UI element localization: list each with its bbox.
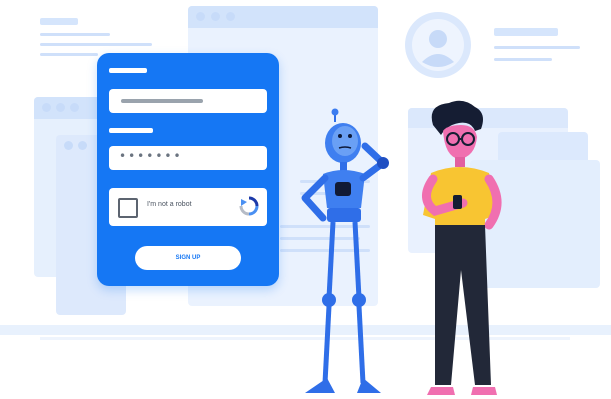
bg-text-line: [494, 28, 558, 36]
captcha-checkbox[interactable]: [118, 198, 138, 218]
sign-up-button[interactable]: SIGN UP: [135, 246, 241, 270]
username-label: [109, 68, 147, 73]
recaptcha-icon: [239, 196, 259, 216]
captcha-label: I'm not a robot: [147, 201, 192, 208]
bg-text-line: [40, 43, 152, 46]
bg-text-line: [40, 53, 98, 56]
window-dot-icon: [78, 141, 87, 150]
window-dot-icon: [64, 141, 73, 150]
user-avatar-icon: [405, 12, 471, 78]
robot-character: [301, 108, 389, 393]
username-field[interactable]: [109, 89, 267, 113]
window-dot-icon: [211, 12, 220, 21]
bg-text-line: [40, 18, 78, 25]
window-dot-icon: [70, 103, 79, 112]
bg-text-line: [494, 58, 552, 61]
person-character: [422, 100, 502, 395]
window-dot-icon: [196, 12, 205, 21]
signup-card: ••••••• I'm not a robot SIGN UP: [97, 53, 279, 286]
password-label: [109, 128, 153, 133]
bg-text-line: [40, 33, 110, 36]
password-field[interactable]: •••••••: [109, 146, 267, 170]
password-mask: •••••••: [119, 149, 183, 163]
window-dot-icon: [42, 103, 51, 112]
captcha-widget: I'm not a robot: [109, 188, 267, 226]
username-placeholder: [121, 99, 203, 103]
window-dot-icon: [56, 103, 65, 112]
window-dot-icon: [226, 12, 235, 21]
bg-text-line: [494, 46, 580, 49]
